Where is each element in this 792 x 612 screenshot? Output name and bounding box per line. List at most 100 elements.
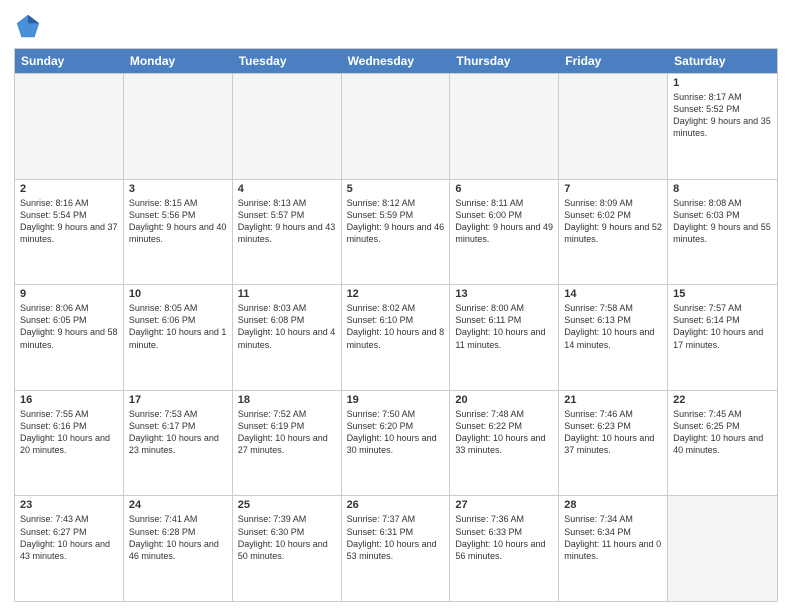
weekday-header-wednesday: Wednesday — [342, 49, 451, 73]
day-number: 9 — [20, 288, 118, 300]
calendar-row-2: 2 Sunrise: 8:16 AM Sunset: 5:54 PM Daylig… — [15, 179, 777, 285]
header — [14, 12, 778, 40]
day-cell-9: 9 Sunrise: 8:06 AM Sunset: 6:05 PM Daylig… — [15, 285, 124, 390]
day-number: 5 — [347, 183, 445, 195]
day-info: Sunrise: 7:57 AM Sunset: 6:14 PM Dayligh… — [673, 302, 772, 351]
day-cell-5: 5 Sunrise: 8:12 AM Sunset: 5:59 PM Daylig… — [342, 180, 451, 285]
day-cell-1: 1 Sunrise: 8:17 AM Sunset: 5:52 PM Daylig… — [668, 74, 777, 179]
day-number: 20 — [455, 394, 553, 406]
calendar-row-4: 16 Sunrise: 7:55 AM Sunset: 6:16 PM Dayli… — [15, 390, 777, 496]
day-cell-24: 24 Sunrise: 7:41 AM Sunset: 6:28 PM Dayli… — [124, 496, 233, 601]
day-info: Sunrise: 7:53 AM Sunset: 6:17 PM Dayligh… — [129, 408, 227, 457]
day-number: 21 — [564, 394, 662, 406]
day-cell-4: 4Sunrise: 8:13 AM Sunset: 5:57 PM Daylig… — [233, 180, 342, 285]
day-cell-19: 19 Sunrise: 7:50 AM Sunset: 6:20 PM Dayli… — [342, 391, 451, 496]
empty-cell-0-1 — [124, 74, 233, 179]
day-number: 10 — [129, 288, 227, 300]
page: SundayMondayTuesdayWednesdayThursdayFrid… — [0, 0, 792, 612]
calendar: SundayMondayTuesdayWednesdayThursdayFrid… — [14, 48, 778, 602]
empty-cell-0-3 — [342, 74, 451, 179]
day-cell-10: 10 Sunrise: 8:05 AM Sunset: 6:06 PM Dayli… — [124, 285, 233, 390]
day-cell-12: 12 Sunrise: 8:02 AM Sunset: 6:10 PM Dayli… — [342, 285, 451, 390]
day-number: 23 — [20, 499, 118, 511]
day-cell-8: 8 Sunrise: 8:08 AM Sunset: 6:03 PM Daylig… — [668, 180, 777, 285]
day-number: 2 — [20, 183, 118, 195]
weekday-header-saturday: Saturday — [668, 49, 777, 73]
day-info: Sunrise: 7:34 AM Sunset: 6:34 PM Dayligh… — [564, 513, 662, 562]
day-cell-17: 17Sunrise: 7:53 AM Sunset: 6:17 PM Dayli… — [124, 391, 233, 496]
day-info: Sunrise: 8:05 AM Sunset: 6:06 PM Dayligh… — [129, 302, 227, 351]
weekday-header-tuesday: Tuesday — [233, 49, 342, 73]
day-info: Sunrise: 7:55 AM Sunset: 6:16 PM Dayligh… — [20, 408, 118, 457]
day-info: Sunrise: 8:16 AM Sunset: 5:54 PM Dayligh… — [20, 197, 118, 246]
day-cell-26: 26Sunrise: 7:37 AM Sunset: 6:31 PM Dayli… — [342, 496, 451, 601]
day-info: Sunrise: 7:43 AM Sunset: 6:27 PM Dayligh… — [20, 513, 118, 562]
day-number: 12 — [347, 288, 445, 300]
calendar-body: 1 Sunrise: 8:17 AM Sunset: 5:52 PM Daylig… — [15, 73, 777, 601]
day-info: Sunrise: 7:36 AM Sunset: 6:33 PM Dayligh… — [455, 513, 553, 562]
day-cell-22: 22 Sunrise: 7:45 AM Sunset: 6:25 PM Dayli… — [668, 391, 777, 496]
day-info: Sunrise: 7:45 AM Sunset: 6:25 PM Dayligh… — [673, 408, 772, 457]
empty-cell-0-0 — [15, 74, 124, 179]
day-number: 16 — [20, 394, 118, 406]
day-number: 11 — [238, 288, 336, 300]
day-info: Sunrise: 8:11 AM Sunset: 6:00 PM Dayligh… — [455, 197, 553, 246]
calendar-row-3: 9 Sunrise: 8:06 AM Sunset: 6:05 PM Daylig… — [15, 284, 777, 390]
day-info: Sunrise: 8:02 AM Sunset: 6:10 PM Dayligh… — [347, 302, 445, 351]
logo-icon — [14, 12, 42, 40]
day-info: Sunrise: 7:48 AM Sunset: 6:22 PM Dayligh… — [455, 408, 553, 457]
day-cell-15: 15 Sunrise: 7:57 AM Sunset: 6:14 PM Dayli… — [668, 285, 777, 390]
day-cell-16: 16 Sunrise: 7:55 AM Sunset: 6:16 PM Dayli… — [15, 391, 124, 496]
day-info: Sunrise: 8:17 AM Sunset: 5:52 PM Dayligh… — [673, 91, 772, 140]
day-info: Sunrise: 7:39 AM Sunset: 6:30 PM Dayligh… — [238, 513, 336, 562]
day-number: 8 — [673, 183, 772, 195]
day-number: 22 — [673, 394, 772, 406]
calendar-row-1: 1 Sunrise: 8:17 AM Sunset: 5:52 PM Daylig… — [15, 73, 777, 179]
weekday-header-sunday: Sunday — [15, 49, 124, 73]
day-info: Sunrise: 7:50 AM Sunset: 6:20 PM Dayligh… — [347, 408, 445, 457]
day-number: 19 — [347, 394, 445, 406]
empty-cell-0-4 — [450, 74, 559, 179]
day-info: Sunrise: 8:03 AM Sunset: 6:08 PM Dayligh… — [238, 302, 336, 351]
day-cell-7: 7Sunrise: 8:09 AM Sunset: 6:02 PM Daylig… — [559, 180, 668, 285]
day-number: 3 — [129, 183, 227, 195]
day-number: 1 — [673, 77, 772, 89]
empty-cell-4-6 — [668, 496, 777, 601]
empty-cell-0-5 — [559, 74, 668, 179]
day-number: 24 — [129, 499, 227, 511]
day-number: 28 — [564, 499, 662, 511]
day-number: 14 — [564, 288, 662, 300]
day-cell-20: 20 Sunrise: 7:48 AM Sunset: 6:22 PM Dayli… — [450, 391, 559, 496]
day-cell-18: 18 Sunrise: 7:52 AM Sunset: 6:19 PM Dayli… — [233, 391, 342, 496]
day-cell-2: 2 Sunrise: 8:16 AM Sunset: 5:54 PM Daylig… — [15, 180, 124, 285]
logo — [14, 12, 46, 40]
day-cell-28: 28 Sunrise: 7:34 AM Sunset: 6:34 PM Dayli… — [559, 496, 668, 601]
day-info: Sunrise: 8:06 AM Sunset: 6:05 PM Dayligh… — [20, 302, 118, 351]
day-info: Sunrise: 8:15 AM Sunset: 5:56 PM Dayligh… — [129, 197, 227, 246]
day-number: 6 — [455, 183, 553, 195]
day-info: Sunrise: 7:37 AM Sunset: 6:31 PM Dayligh… — [347, 513, 445, 562]
day-info: Sunrise: 7:52 AM Sunset: 6:19 PM Dayligh… — [238, 408, 336, 457]
calendar-header: SundayMondayTuesdayWednesdayThursdayFrid… — [15, 49, 777, 73]
empty-cell-0-2 — [233, 74, 342, 179]
day-number: 18 — [238, 394, 336, 406]
calendar-row-5: 23 Sunrise: 7:43 AM Sunset: 6:27 PM Dayli… — [15, 495, 777, 601]
day-cell-21: 21Sunrise: 7:46 AM Sunset: 6:23 PM Dayli… — [559, 391, 668, 496]
weekday-header-thursday: Thursday — [450, 49, 559, 73]
day-number: 25 — [238, 499, 336, 511]
day-cell-13: 13Sunrise: 8:00 AM Sunset: 6:11 PM Dayli… — [450, 285, 559, 390]
day-number: 7 — [564, 183, 662, 195]
day-number: 15 — [673, 288, 772, 300]
day-info: Sunrise: 8:08 AM Sunset: 6:03 PM Dayligh… — [673, 197, 772, 246]
day-number: 27 — [455, 499, 553, 511]
day-info: Sunrise: 7:58 AM Sunset: 6:13 PM Dayligh… — [564, 302, 662, 351]
day-info: Sunrise: 8:00 AM Sunset: 6:11 PM Dayligh… — [455, 302, 553, 351]
day-cell-11: 11 Sunrise: 8:03 AM Sunset: 6:08 PM Dayli… — [233, 285, 342, 390]
day-cell-27: 27 Sunrise: 7:36 AM Sunset: 6:33 PM Dayli… — [450, 496, 559, 601]
day-info: Sunrise: 8:12 AM Sunset: 5:59 PM Dayligh… — [347, 197, 445, 246]
day-cell-23: 23 Sunrise: 7:43 AM Sunset: 6:27 PM Dayli… — [15, 496, 124, 601]
day-info: Sunrise: 7:41 AM Sunset: 6:28 PM Dayligh… — [129, 513, 227, 562]
weekday-header-friday: Friday — [559, 49, 668, 73]
day-info: Sunrise: 8:13 AM Sunset: 5:57 PM Dayligh… — [238, 197, 336, 246]
day-cell-6: 6 Sunrise: 8:11 AM Sunset: 6:00 PM Daylig… — [450, 180, 559, 285]
